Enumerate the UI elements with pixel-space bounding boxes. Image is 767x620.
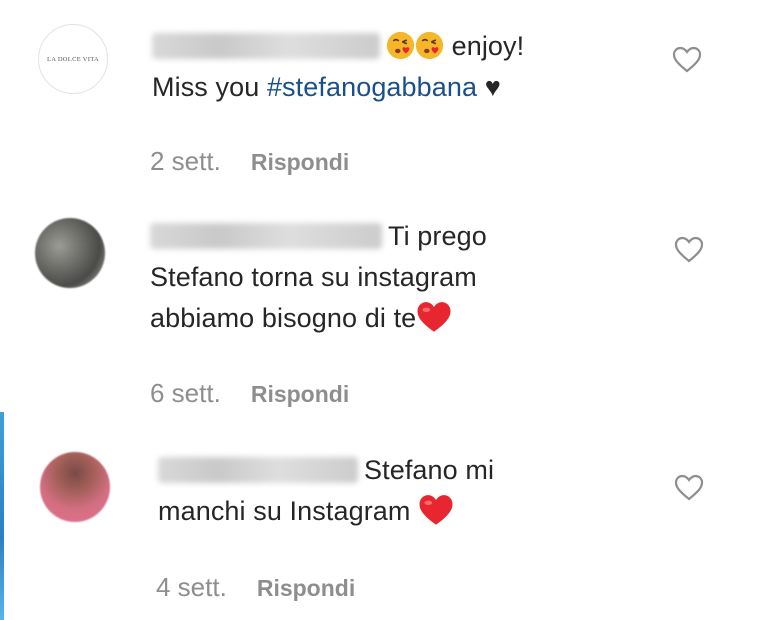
face-blowing-kiss-emoji: [386, 31, 415, 60]
comment-line-text: Stefano torna su instagram: [150, 262, 477, 292]
comment-meta: 6 sett. Rispondi: [150, 378, 349, 409]
avatar[interactable]: LA DOLCE VITA: [38, 24, 108, 94]
heart-outline-icon[interactable]: [674, 236, 704, 264]
left-edge-strip: [0, 412, 4, 620]
heart-outline-icon[interactable]: [674, 474, 704, 502]
comment-line: manchi su Instagram: [158, 491, 494, 532]
reply-button[interactable]: Rispondi: [257, 575, 355, 602]
comment-line-text: enjoy!: [444, 31, 525, 61]
comment-line-text: Miss you: [152, 72, 267, 102]
avatar[interactable]: [40, 452, 110, 522]
comment-line: Stefano mi: [158, 450, 494, 491]
avatar-brand-logo: LA DOLCE VITA: [46, 55, 99, 63]
hashtag-link[interactable]: #stefanogabbana: [267, 72, 477, 102]
comment-time[interactable]: 4 sett.: [156, 572, 227, 603]
comment-line: Ti prego: [150, 216, 487, 257]
comment-line: enjoy!: [152, 26, 524, 67]
comment-text: enjoy! Miss you #stefanogabbana ♥: [152, 26, 524, 108]
red-heart-emoji: [417, 302, 451, 332]
username-blurred[interactable]: [152, 33, 380, 59]
avatar[interactable]: [35, 218, 105, 288]
comment-line-text: manchi su Instagram: [158, 496, 419, 526]
comment-line-text: abbiamo bisogno di te: [150, 303, 417, 333]
face-blowing-kiss-emoji: [415, 31, 444, 60]
comment-meta: 4 sett. Rispondi: [156, 572, 355, 603]
comment-line: abbiamo bisogno di te: [150, 298, 487, 339]
comment-text: Stefano mi manchi su Instagram: [158, 450, 494, 532]
black-heart-symbol: ♥: [477, 72, 501, 102]
reply-button[interactable]: Rispondi: [251, 149, 349, 176]
red-heart-emoji: [419, 495, 453, 525]
comment-time[interactable]: 6 sett.: [150, 378, 221, 409]
reply-button[interactable]: Rispondi: [251, 381, 349, 408]
username-blurred[interactable]: [150, 223, 382, 249]
username-blurred[interactable]: [158, 457, 358, 483]
comment-meta: 2 sett. Rispondi: [150, 146, 349, 177]
comment-line: Miss you #stefanogabbana ♥: [152, 67, 524, 108]
comment-time[interactable]: 2 sett.: [150, 146, 221, 177]
heart-outline-icon[interactable]: [672, 46, 702, 74]
comment-line-text: Stefano mi: [364, 455, 495, 485]
comment-text: Ti prego Stefano torna su instagram abbi…: [150, 216, 487, 339]
comment-line-text: Ti prego: [388, 221, 487, 251]
